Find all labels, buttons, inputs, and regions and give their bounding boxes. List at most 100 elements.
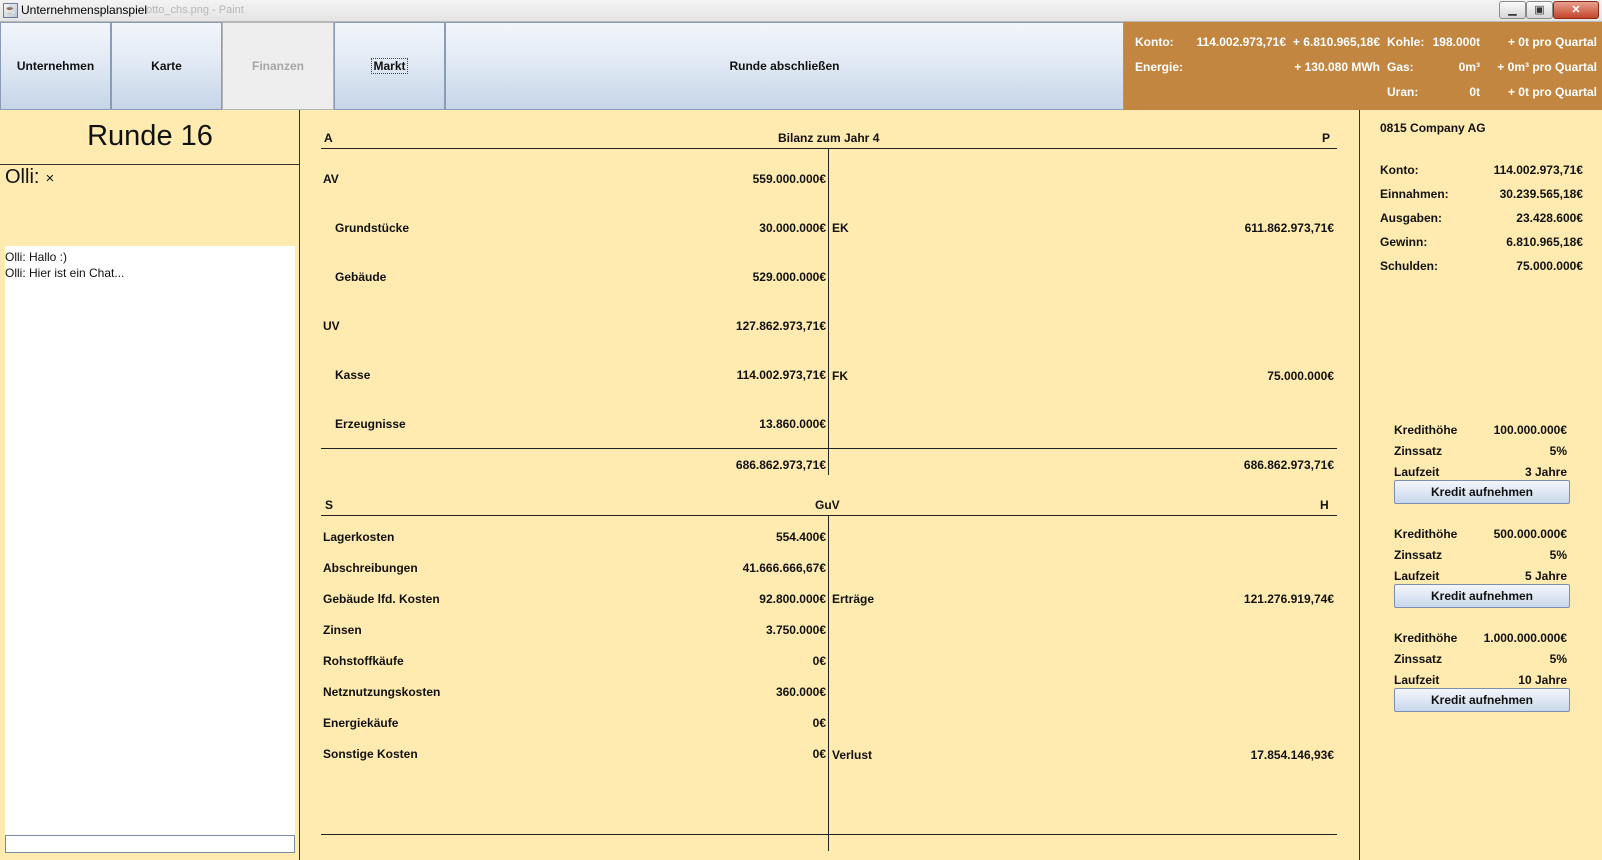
bilanz-passiva-header: P: [1322, 131, 1331, 145]
end-round-button[interactable]: Runde abschließen: [445, 22, 1124, 110]
bilanz-gebaeude-value: 529.000.000€: [752, 270, 826, 284]
window-titlebar: ☕ Unternehmensplanspiel otto_chs.png - P…: [0, 0, 1602, 22]
credit-term-value: 10 Jahre: [1518, 673, 1567, 687]
nav-karte-label: Karte: [151, 59, 182, 73]
credit-amount-label: Kredithöhe: [1394, 527, 1458, 541]
guv-verlust-label: Verlust: [832, 748, 873, 762]
guv-soll-header: S: [325, 498, 334, 512]
guv-abschreibungen-value: 41.666.666,67€: [742, 561, 826, 575]
close-window-button[interactable]: ✕: [1553, 1, 1599, 19]
nav-finanzen-button[interactable]: Finanzen: [222, 22, 334, 110]
stat-gas-label: Gas:: [1387, 60, 1414, 74]
round-title: Runde 16: [87, 120, 213, 152]
credit-rate-label: Zinssatz: [1394, 548, 1443, 562]
chat-input[interactable]: [5, 835, 295, 853]
bilanz-divider: [828, 148, 829, 475]
chat-player: Olli: ×: [5, 166, 54, 189]
maximize-button[interactable]: ▣: [1526, 1, 1553, 19]
bilanz-kasse-label: Kasse: [335, 368, 371, 382]
minimize-button[interactable]: ▁: [1499, 1, 1526, 19]
company-panel: 0815 Company AG Konto: 114.002.973,71€ E…: [1359, 110, 1602, 860]
bilanz-erzeugnisse-label: Erzeugnisse: [335, 417, 406, 431]
guv-netznutzung-value: 360.000€: [775, 685, 826, 699]
guv-energiekaeufe-label: Energiekäufe: [323, 716, 399, 730]
guv-zinsen-value: 3.750.000€: [765, 623, 826, 637]
credit-rate-value: 5%: [1549, 548, 1567, 562]
nav-karte-button[interactable]: Karte: [111, 22, 222, 110]
guv-sonstige-value: 0€: [812, 747, 826, 761]
stat-gas-delta: + 0m³ pro Quartal: [1497, 60, 1597, 74]
guv-lagerkosten-label: Lagerkosten: [323, 530, 395, 544]
bilanz-top-rule: [321, 148, 1337, 149]
bilanz-uv-value: 127.862.973,71€: [735, 319, 826, 333]
company-einnahmen-value: 30.239.565,18€: [1499, 187, 1583, 201]
guv-bottom-rule: [321, 834, 1337, 835]
credit-rate-value: 5%: [1549, 652, 1567, 666]
company-konto-value: 114.002.973,71€: [1493, 163, 1583, 177]
company-schulden-value: 75.000.000€: [1516, 259, 1583, 273]
player-name: Olli:: [5, 166, 40, 188]
guv-top-rule: [321, 515, 1337, 516]
chat-message: Olli: Hier ist ein Chat...: [5, 266, 125, 280]
company-name: 0815 Company AG: [1380, 121, 1486, 135]
nav-markt-label: Markt: [371, 58, 408, 74]
chat-panel: Runde 16 Olli: × Olli: Hallo :) Olli: Hie…: [0, 110, 300, 860]
credit-term-value: 5 Jahre: [1524, 569, 1567, 583]
credit-amount-value: 100.000.000€: [1493, 423, 1567, 437]
credit-rate-value: 5%: [1549, 444, 1567, 458]
chat-log[interactable]: Olli: Hallo :) Olli: Hier ist ein Chat..…: [5, 246, 295, 838]
credit-amount-value: 1.000.000.000€: [1483, 631, 1567, 645]
guv-rohstoffkaeufe-value: 0€: [812, 654, 826, 668]
background-window-title: otto_chs.png - Paint: [146, 4, 244, 16]
credit-amount-label: Kredithöhe: [1394, 423, 1458, 437]
take-credit-button[interactable]: Kredit aufnehmen: [1394, 584, 1570, 608]
bilanz-kasse-value: 114.002.973,71€: [736, 368, 826, 382]
bilanz-gebaeude-label: Gebäude: [335, 270, 387, 284]
bilanz-ek-label: EK: [832, 221, 849, 235]
credit-amount-value: 500.000.000€: [1493, 527, 1567, 541]
bilanz-erzeugnisse-value: 13.860.000€: [759, 417, 826, 431]
guv-energiekaeufe-value: 0€: [812, 716, 826, 730]
chat-message: Olli: Hallo :): [5, 250, 68, 264]
stat-uran-delta: + 0t pro Quartal: [1507, 85, 1597, 99]
guv-divider: [828, 515, 829, 851]
bilanz-fk-value: 75.000.000€: [1267, 369, 1334, 383]
bilanz-grundstuecke-label: Grundstücke: [335, 221, 410, 235]
nav-markt-button[interactable]: Markt: [334, 22, 445, 110]
guv-verlust-value: 17.854.146,93€: [1250, 748, 1334, 762]
guv-gebaeude-kosten-value: 92.800.000€: [759, 592, 826, 606]
company-gewinn-value: 6.810.965,18€: [1506, 235, 1583, 249]
bilanz-title: Bilanz zum Jahr 4: [778, 131, 880, 145]
guv-haben-header: H: [1320, 498, 1329, 512]
guv-ertraege-value: 121.276.919,74€: [1243, 592, 1334, 606]
window-title: Unternehmensplanspiel: [21, 3, 148, 17]
credit-amount-label: Kredithöhe: [1394, 631, 1458, 645]
credit-term-label: Laufzeit: [1394, 569, 1440, 583]
guv-title: GuV: [815, 498, 840, 512]
app-java-icon: ☕: [3, 3, 18, 18]
take-credit-button[interactable]: Kredit aufnehmen: [1394, 688, 1570, 712]
guv-abschreibungen-label: Abschreibungen: [323, 561, 418, 575]
stat-energie-label: Energie:: [1135, 60, 1184, 74]
close-icon[interactable]: ×: [45, 170, 54, 187]
nav-unternehmen-label: Unternehmen: [16, 59, 95, 73]
stat-gas-value: 0m³: [1458, 60, 1480, 74]
top-toolbar: Unternehmen Karte Finanzen Markt Runde a…: [0, 22, 1602, 110]
take-credit-button[interactable]: Kredit aufnehmen: [1394, 480, 1570, 504]
bilanz-av-value: 559.000.000€: [752, 172, 826, 186]
company-konto-label: Konto:: [1380, 163, 1419, 177]
resource-stats-panel: Konto: 114.002.973,71€ + 6.810.965,18€ E…: [1124, 22, 1602, 110]
nav-unternehmen-button[interactable]: Unternehmen: [0, 22, 111, 110]
bilanz-aktiva-header: A: [324, 131, 333, 145]
stat-kohle-value: 198.000t: [1432, 35, 1480, 49]
bilanz-ek-value: 611.862.973,71€: [1244, 221, 1334, 235]
divider: [0, 164, 300, 165]
bilanz-grundstuecke-value: 30.000.000€: [759, 221, 826, 235]
stat-konto-value: 114.002.973,71€: [1196, 35, 1286, 49]
bilanz-uv-label: UV: [323, 319, 340, 333]
credit-rate-label: Zinssatz: [1394, 444, 1443, 458]
bilanz-av-label: AV: [323, 172, 339, 186]
end-round-label: Runde abschließen: [729, 59, 840, 73]
financial-statements: A Bilanz zum Jahr 4 P AV 559.000.000€ Gr…: [301, 110, 1359, 860]
bilanz-sum-rule: [321, 448, 1337, 449]
